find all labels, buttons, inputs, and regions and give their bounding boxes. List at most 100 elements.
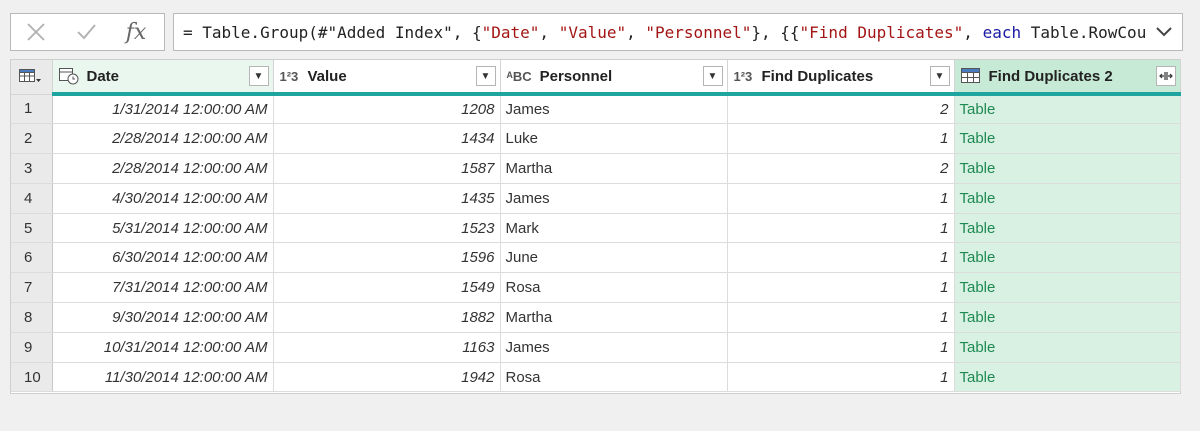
- personnel-cell: Martha: [500, 153, 728, 184]
- formula-input[interactable]: = Table.Group(#"Added Index", {"Date", "…: [173, 13, 1183, 51]
- chevron-down-icon[interactable]: [1146, 14, 1182, 50]
- find-duplicates-cell: 1: [727, 123, 955, 155]
- value-cell: 1549: [273, 272, 501, 304]
- personnel-cell: Luke: [500, 123, 728, 155]
- personnel-cell: Martha: [500, 302, 728, 333]
- column-header-value[interactable]: 1²3 Value ▼: [273, 60, 501, 96]
- column-label: Personnel: [539, 67, 613, 85]
- number-icon: 1²3: [279, 68, 299, 84]
- find-duplicates-2-cell[interactable]: Table: [954, 213, 1181, 244]
- date-cell: 10/31/2014 12:00:00 AM: [52, 332, 274, 363]
- find-duplicates-cell: 2: [727, 153, 955, 184]
- date-cell: 2/28/2014 12:00:00 AM: [52, 123, 274, 155]
- date-time-icon: [58, 67, 79, 85]
- column-label: Value: [307, 67, 347, 85]
- find-duplicates-cell: 2: [727, 94, 955, 125]
- date-cell: 1/31/2014 12:00:00 AM: [52, 94, 274, 125]
- formula-token: "Find Duplicates": [799, 22, 964, 42]
- date-cell: 9/30/2014 12:00:00 AM: [52, 302, 274, 333]
- table-row[interactable]: 9 10/31/2014 12:00:00 AM 1163 James 1 Table: [11, 332, 1181, 363]
- row-number: 6: [11, 242, 53, 274]
- find-duplicates-2-cell[interactable]: Table: [954, 183, 1181, 214]
- personnel-cell: Rosa: [500, 362, 728, 393]
- date-cell: 11/30/2014 12:00:00 AM: [52, 362, 274, 393]
- row-number: 4: [11, 183, 53, 214]
- text-icon: ᴬBC: [506, 68, 532, 84]
- find-duplicates-2-cell[interactable]: Table: [954, 153, 1181, 184]
- value-cell: 1596: [273, 242, 501, 274]
- find-duplicates-cell: 1: [727, 272, 955, 304]
- formula-token: "Date": [481, 22, 540, 42]
- row-number: 1: [11, 94, 53, 125]
- filter-dropdown-icon[interactable]: ▼: [702, 66, 723, 86]
- value-cell: 1942: [273, 362, 501, 393]
- find-duplicates-cell: 1: [727, 302, 955, 333]
- row-number: 2: [11, 123, 53, 155]
- grid-body: 1 1/31/2014 12:00:00 AM 1208 James 2 Table 2 2/…: [11, 94, 1181, 393]
- table-row[interactable]: 7 7/31/2014 12:00:00 AM 1549 Rosa 1 Table: [11, 272, 1181, 304]
- table-row[interactable]: 2 2/28/2014 12:00:00 AM 1434 Luke 1 Table: [11, 123, 1181, 155]
- table-row[interactable]: 10 11/30/2014 12:00:00 AM 1942 Rosa 1 Table: [11, 362, 1181, 393]
- data-grid: Date ▼ 1²3 Value ▼ ᴬBC Personnel ▼ 1²3 F…: [10, 59, 1181, 394]
- cancel-x-icon[interactable]: [11, 14, 61, 50]
- personnel-cell: Mark: [500, 213, 728, 244]
- formula-token: "Personnel": [645, 22, 752, 42]
- find-duplicates-cell: 1: [727, 242, 955, 274]
- find-duplicates-2-cell[interactable]: Table: [954, 123, 1181, 155]
- formula-bar: fx = Table.Group(#"Added Index", {"Date"…: [0, 0, 1200, 64]
- find-duplicates-cell: 1: [727, 183, 955, 214]
- row-number: 7: [11, 272, 53, 304]
- find-duplicates-2-cell[interactable]: Table: [954, 94, 1181, 125]
- filter-dropdown-icon[interactable]: ▼: [475, 66, 496, 86]
- table-row[interactable]: 5 5/31/2014 12:00:00 AM 1523 Mark 1 Table: [11, 213, 1181, 244]
- formula-token: ,: [626, 22, 646, 42]
- number-icon: 1²3: [733, 68, 753, 84]
- formula-token: }, {{: [751, 22, 800, 42]
- value-cell: 1587: [273, 153, 501, 184]
- table-row[interactable]: 3 2/28/2014 12:00:00 AM 1587 Martha 2 Table: [11, 153, 1181, 184]
- row-number: 10: [11, 362, 53, 393]
- value-cell: 1523: [273, 213, 501, 244]
- find-duplicates-2-cell[interactable]: Table: [954, 362, 1181, 393]
- row-number: 5: [11, 213, 53, 244]
- date-cell: 2/28/2014 12:00:00 AM: [52, 153, 274, 184]
- personnel-cell: June: [500, 242, 728, 274]
- formula-buttons: fx: [10, 13, 165, 51]
- date-cell: 7/31/2014 12:00:00 AM: [52, 272, 274, 304]
- find-duplicates-2-cell[interactable]: Table: [954, 332, 1181, 363]
- find-duplicates-cell: 1: [727, 213, 955, 244]
- filter-dropdown-icon[interactable]: ▼: [929, 66, 950, 86]
- table-row[interactable]: 8 9/30/2014 12:00:00 AM 1882 Martha 1 Table: [11, 302, 1181, 333]
- row-number: 3: [11, 153, 53, 184]
- table-row[interactable]: 6 6/30/2014 12:00:00 AM 1596 June 1 Table: [11, 242, 1181, 274]
- table-row[interactable]: 4 4/30/2014 12:00:00 AM 1435 James 1 Table: [11, 183, 1181, 214]
- personnel-cell: Rosa: [500, 272, 728, 304]
- formula-token: Table.RowCount: [1021, 22, 1166, 42]
- personnel-cell: James: [500, 94, 728, 125]
- formula-text: = Table.Group(#"Added Index", {"Date", "…: [183, 23, 1166, 42]
- find-duplicates-cell: 1: [727, 362, 955, 393]
- row-number: 9: [11, 332, 53, 363]
- column-header-find-duplicates[interactable]: 1²3 Find Duplicates ▼: [727, 60, 955, 96]
- column-header-find-duplicates-2[interactable]: Find Duplicates 2: [954, 60, 1181, 96]
- find-duplicates-2-cell[interactable]: Table: [954, 302, 1181, 333]
- table-menu-icon: [19, 68, 41, 82]
- formula-token: ,: [539, 22, 559, 42]
- table-row[interactable]: 1 1/31/2014 12:00:00 AM 1208 James 2 Table: [11, 94, 1181, 125]
- commit-check-icon[interactable]: [61, 14, 111, 50]
- column-header-personnel[interactable]: ᴬBC Personnel ▼: [500, 60, 728, 96]
- find-duplicates-2-cell[interactable]: Table: [954, 242, 1181, 274]
- column-label: Find Duplicates: [761, 67, 874, 85]
- row-number: 8: [11, 302, 53, 333]
- table-menu-corner[interactable]: [11, 60, 53, 95]
- column-header-date[interactable]: Date ▼: [52, 60, 274, 96]
- expand-column-icon[interactable]: [1155, 66, 1176, 86]
- find-duplicates-cell: 1: [727, 332, 955, 363]
- value-cell: 1435: [273, 183, 501, 214]
- find-duplicates-2-cell[interactable]: Table: [954, 272, 1181, 304]
- fx-icon[interactable]: fx: [111, 14, 161, 50]
- column-label: Find Duplicates 2: [988, 67, 1113, 85]
- value-cell: 1208: [273, 94, 501, 125]
- filter-dropdown-icon[interactable]: ▼: [248, 66, 269, 86]
- personnel-cell: James: [500, 332, 728, 363]
